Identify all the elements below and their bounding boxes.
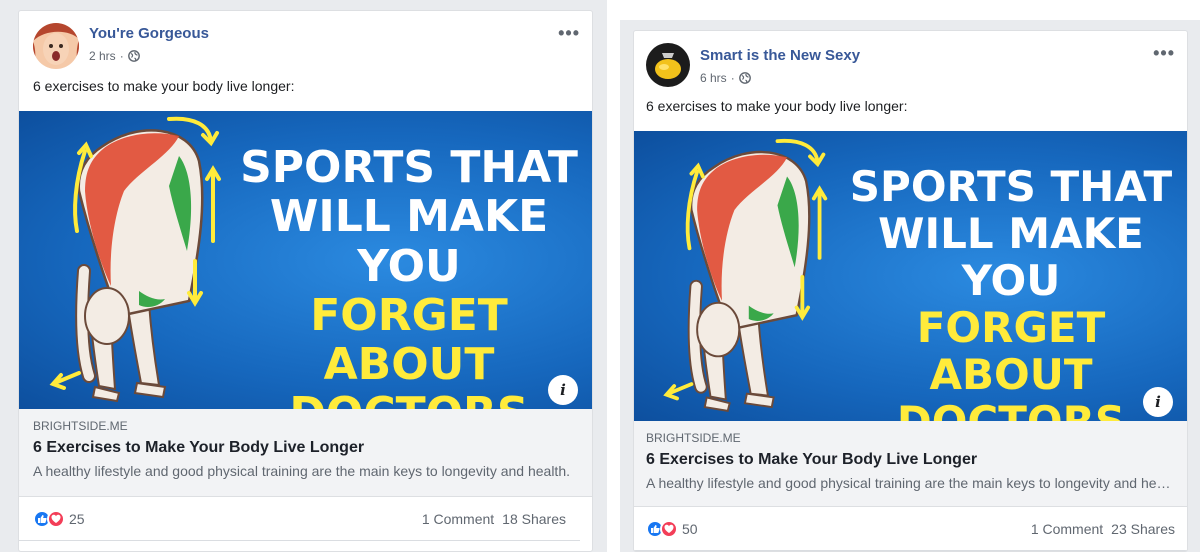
- link-preview-card[interactable]: BRIGHTSIDE.ME 6 Exercises to Make Your B…: [634, 421, 1187, 507]
- reaction-count: 25: [69, 510, 85, 527]
- hero-headline: SPORTS THAT WILL MAKE YOU FORGET ABOUT D…: [239, 143, 579, 409]
- hero-line-4: DOCTORS: [846, 398, 1176, 421]
- link-preview-image[interactable]: SPORTS THAT WILL MAKE YOU FORGET ABOUT D…: [19, 111, 592, 409]
- page-avatar[interactable]: [33, 23, 79, 69]
- post-caption: 6 exercises to make your body live longe…: [33, 78, 295, 94]
- post-caption: 6 exercises to make your body live longe…: [646, 98, 908, 114]
- feed-post: You're Gorgeous 2 hrs · ••• 6 exercises …: [18, 10, 593, 552]
- globe-icon: [127, 50, 140, 62]
- engagement-counts: 1 Comment 18 Shares: [422, 511, 566, 527]
- love-reaction-icon: [47, 509, 65, 528]
- link-domain: BRIGHTSIDE.ME: [646, 431, 741, 445]
- hero-line-3: FORGET ABOUT: [916, 303, 1106, 400]
- hero-headline: SPORTS THAT WILL MAKE YOU FORGET ABOUT D…: [846, 163, 1176, 421]
- comments-count-link[interactable]: 1 Comment: [1031, 521, 1103, 537]
- post-header: You're Gorgeous 2 hrs · •••: [19, 11, 592, 75]
- link-preview-image[interactable]: SPORTS THAT WILL MAKE YOU FORGET ABOUT D…: [634, 131, 1187, 421]
- post-stats-bar: 25 1 Comment 18 Shares: [19, 497, 580, 541]
- more-options-icon[interactable]: •••: [1153, 43, 1175, 64]
- hero-line-3: FORGET ABOUT: [310, 289, 508, 391]
- reaction-count: 50: [682, 520, 698, 537]
- page-name-link[interactable]: Smart is the New Sexy: [700, 47, 860, 64]
- engagement-counts: 1 Comment 23 Shares: [1031, 521, 1175, 537]
- stretching-figure-illustration: [663, 138, 828, 412]
- page-avatar[interactable]: [646, 43, 690, 87]
- post-timestamp[interactable]: 2 hrs: [89, 49, 116, 63]
- post-stats-bar: 50 1 Comment 23 Shares: [634, 507, 1187, 551]
- link-domain: BRIGHTSIDE.ME: [33, 419, 128, 433]
- link-preview-card[interactable]: BRIGHTSIDE.ME 6 Exercises to Make Your B…: [19, 409, 592, 497]
- page-name-link[interactable]: You're Gorgeous: [89, 25, 209, 42]
- love-reaction-icon: [660, 519, 678, 538]
- avatar-face-icon: [33, 23, 79, 69]
- feed-post: Smart is the New Sexy 6 hrs · ••• 6 exer…: [633, 30, 1188, 552]
- link-description: A healthy lifestyle and good physical tr…: [33, 463, 570, 479]
- shares-count-link[interactable]: 18 Shares: [502, 511, 566, 527]
- more-options-icon[interactable]: •••: [558, 23, 580, 44]
- post-timestamp[interactable]: 6 hrs: [700, 71, 727, 85]
- ad-info-button[interactable]: i: [1143, 387, 1173, 417]
- hero-line-1: SPORTS THAT: [240, 142, 578, 193]
- hero-line-1: SPORTS THAT: [849, 162, 1173, 211]
- shares-count-link[interactable]: 23 Shares: [1111, 521, 1175, 537]
- hero-line-2: WILL MAKE YOU: [269, 191, 549, 292]
- link-title[interactable]: 6 Exercises to Make Your Body Live Longe…: [646, 451, 1175, 469]
- comments-count-link[interactable]: 1 Comment: [422, 511, 494, 527]
- post-meta: 6 hrs ·: [700, 71, 751, 85]
- globe-icon: [738, 72, 751, 84]
- stretching-figure-illustration: [49, 116, 221, 403]
- lightbulb-logo-icon: [646, 43, 690, 87]
- reaction-summary[interactable]: 50: [646, 519, 698, 538]
- link-title[interactable]: 6 Exercises to Make Your Body Live Longe…: [33, 439, 578, 457]
- hero-line-4: DOCTORS: [239, 389, 579, 409]
- post-header: Smart is the New Sexy 6 hrs · •••: [634, 31, 1187, 95]
- ad-info-button[interactable]: i: [548, 375, 578, 405]
- link-description: A healthy lifestyle and good physical tr…: [646, 475, 1175, 491]
- hero-line-2: WILL MAKE YOU: [878, 209, 1144, 306]
- post-meta: 2 hrs ·: [89, 49, 140, 63]
- reaction-summary[interactable]: 25: [33, 509, 85, 528]
